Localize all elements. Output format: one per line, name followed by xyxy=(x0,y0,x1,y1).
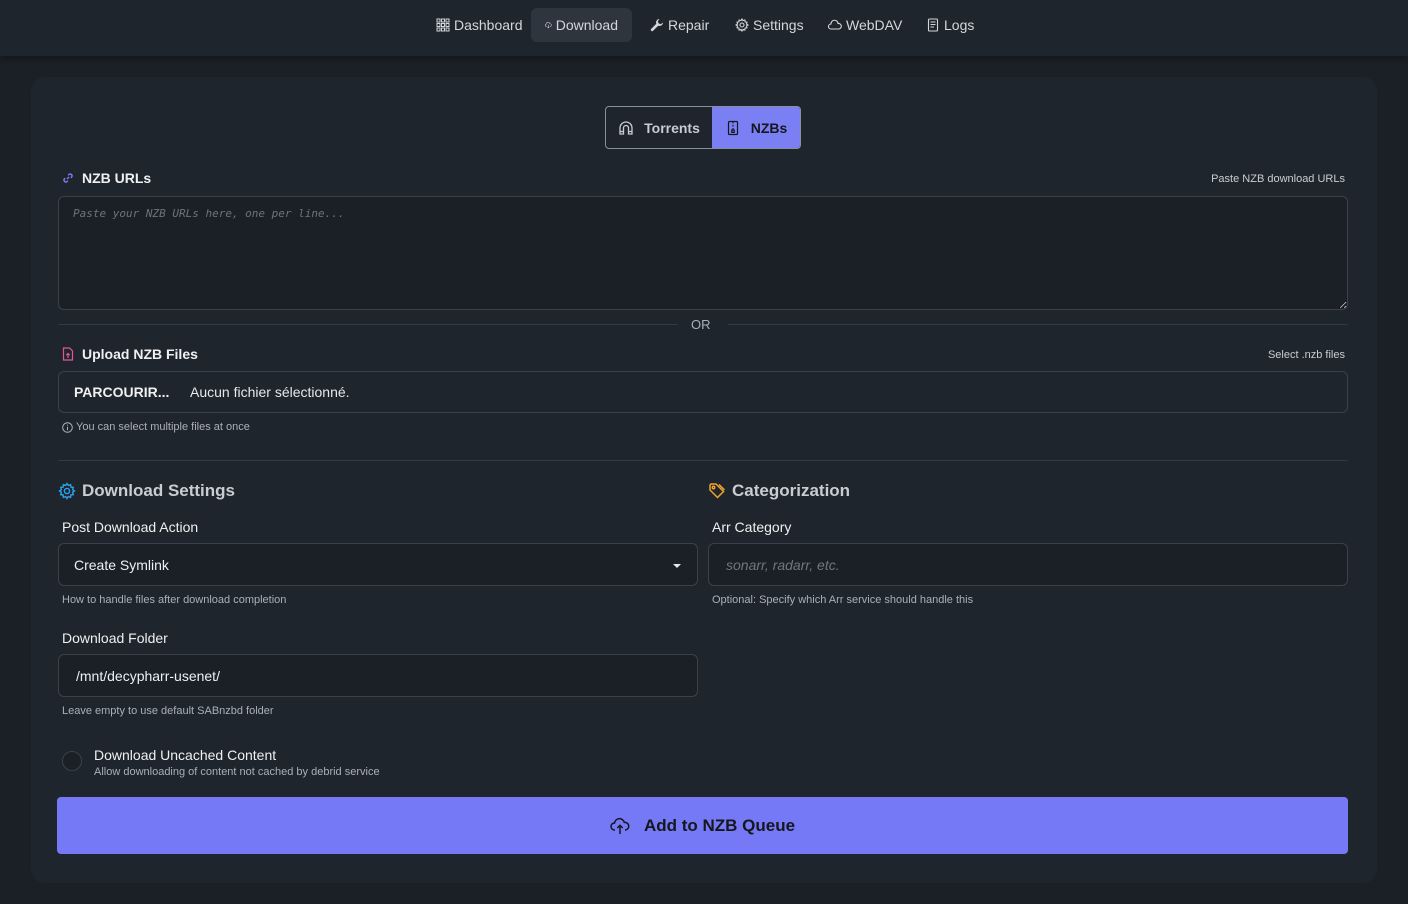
arr-category-label: Arr Category xyxy=(712,519,792,535)
grid-icon xyxy=(436,18,450,32)
section-divider xyxy=(58,460,1348,461)
tag-icon xyxy=(709,483,726,499)
uncached-label: Download Uncached Content xyxy=(94,747,277,763)
nav-settings[interactable]: Settings xyxy=(721,8,818,42)
nav-label: Repair xyxy=(668,17,710,33)
tab-nzbs[interactable]: NZBs xyxy=(712,107,800,148)
chevron-down-icon xyxy=(673,564,681,568)
nav-webdav[interactable]: WebDAV xyxy=(814,8,916,42)
download-folder-help: Leave empty to use default SABnzbd folde… xyxy=(62,705,274,717)
nzb-urls-textarea[interactable] xyxy=(58,196,1348,310)
tab-torrents[interactable]: Torrents xyxy=(606,107,712,148)
upload-label: Upload NZB Files xyxy=(82,346,198,362)
download-folder-field[interactable] xyxy=(58,654,698,697)
categorization-title: Categorization xyxy=(708,481,850,501)
link-icon xyxy=(63,173,73,183)
nav-label: WebDAV xyxy=(846,17,903,33)
nav-download[interactable]: Download xyxy=(531,8,632,42)
post-action-value: Create Symlink xyxy=(74,556,169,573)
nav-dashboard[interactable]: Dashboard xyxy=(422,8,537,42)
nav-label: Logs xyxy=(944,17,975,33)
upload-hint: Select .nzb files xyxy=(1267,349,1345,361)
cloud-icon xyxy=(828,19,842,30)
mode-toggle: Torrents NZBs xyxy=(605,106,801,149)
download-folder-label: Download Folder xyxy=(62,630,168,646)
wrench-icon xyxy=(650,19,663,32)
add-to-queue-label: Add to NZB Queue xyxy=(643,815,796,835)
uncached-checkbox[interactable] xyxy=(62,751,82,771)
divider-right xyxy=(728,324,1348,325)
nzb-urls-label: NZB URLs xyxy=(82,170,152,186)
magnet-icon xyxy=(619,120,633,135)
divider-left xyxy=(58,324,678,325)
nav-repair[interactable]: Repair xyxy=(636,8,723,42)
file-status: Aucun fichier sélectionné. xyxy=(190,384,350,400)
post-action-label: Post Download Action xyxy=(62,519,199,535)
download-card: Torrents NZBs NZB URLs Paste NZB downloa… xyxy=(31,77,1377,883)
tab-torrents-label: Torrents xyxy=(644,119,700,136)
or-separator: OR xyxy=(691,317,711,332)
post-action-help: How to handle files after download compl… xyxy=(62,594,287,606)
arr-category-help: Optional: Specify which Arr service shou… xyxy=(712,594,974,606)
nav-logs[interactable]: Logs xyxy=(912,8,988,42)
download-settings-title-text: Download Settings xyxy=(82,481,235,500)
nav-label: Dashboard xyxy=(454,17,523,33)
post-action-select[interactable]: Create Symlink xyxy=(58,543,698,586)
gear-icon xyxy=(735,18,749,32)
nzb-urls-hint: Paste NZB download URLs xyxy=(1211,173,1345,185)
file-zip-icon xyxy=(727,120,738,135)
tab-nzbs-label: NZBs xyxy=(750,119,788,136)
upload-heading: Upload NZB Files xyxy=(62,346,198,362)
browse-button[interactable]: PARCOURIR... xyxy=(59,384,175,400)
arr-category-field[interactable] xyxy=(708,543,1348,586)
add-to-queue-button[interactable]: Add to NZB Queue xyxy=(57,797,1348,854)
document-icon xyxy=(927,18,939,32)
top-navigation: Dashboard Download Repair Settings WebDA… xyxy=(0,0,1408,56)
file-input[interactable]: PARCOURIR... Aucun fichier sélectionné. xyxy=(58,371,1348,413)
nav-label: Download xyxy=(555,17,618,33)
file-upload-icon xyxy=(62,347,74,361)
upload-help-text: You can select multiple files at once xyxy=(76,421,250,433)
nav-label: Settings xyxy=(753,17,804,33)
categorization-title-text: Categorization xyxy=(732,481,851,500)
download-settings-title: Download Settings xyxy=(58,481,235,501)
nzb-urls-heading: NZB URLs xyxy=(62,170,151,186)
cloud-download-icon xyxy=(545,22,552,29)
uncached-help: Allow downloading of content not cached … xyxy=(94,766,380,778)
download-folder-input[interactable] xyxy=(74,666,682,685)
info-icon xyxy=(62,421,73,433)
gear-icon xyxy=(58,482,76,500)
upload-help: You can select multiple files at once xyxy=(62,421,250,433)
cloud-upload-icon xyxy=(610,817,630,834)
arr-category-input[interactable] xyxy=(724,555,1332,574)
